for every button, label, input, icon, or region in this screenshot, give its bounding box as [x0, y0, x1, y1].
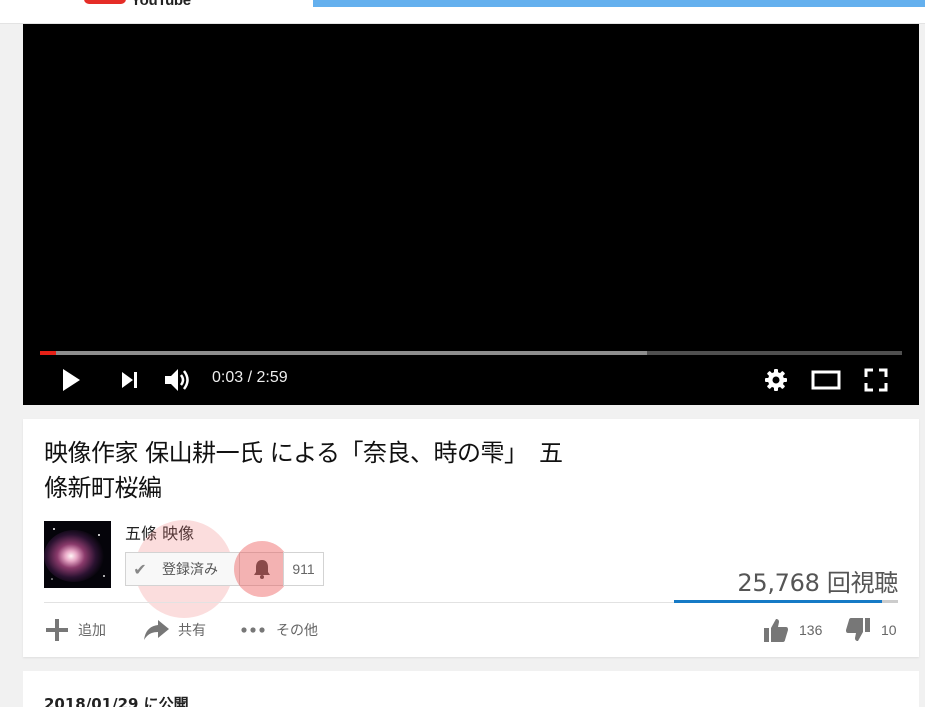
- search-bar[interactable]: [313, 0, 925, 7]
- theater-mode-button[interactable]: [809, 365, 843, 395]
- theater-mode-icon: [811, 370, 841, 390]
- next-icon: [122, 372, 137, 388]
- dislike-button[interactable]: 10: [845, 617, 897, 643]
- fullscreen-icon: [864, 368, 888, 392]
- time-display: 0:03 / 2:59: [212, 369, 288, 387]
- next-button[interactable]: [116, 366, 144, 394]
- video-title-line2: 條新町桜編: [44, 474, 162, 502]
- thumbs-down-icon: [846, 618, 870, 641]
- description-card: 2018/01/29 に公開: [23, 671, 919, 707]
- more-label: その他: [276, 623, 318, 639]
- play-button[interactable]: [57, 366, 85, 394]
- more-icon: [241, 627, 265, 633]
- duration: 2:59: [256, 369, 288, 386]
- add-label: 追加: [78, 623, 106, 639]
- more-actions-button[interactable]: その他: [240, 617, 318, 643]
- progress-bar[interactable]: [40, 351, 902, 355]
- progress-buffered: [40, 351, 647, 355]
- channel-avatar[interactable]: [44, 521, 111, 588]
- volume-icon: [165, 369, 189, 391]
- settings-icon: [765, 369, 787, 391]
- video-title-line1: 映像作家 保山耕一氏 による「奈良、時の雫」 五: [44, 439, 563, 467]
- youtube-logo-icon[interactable]: [84, 0, 126, 4]
- view-count: 25,768 回視聴: [737, 569, 898, 597]
- sentiment-bar: [674, 600, 898, 603]
- subscribe-button[interactable]: ✔ 登録済み: [125, 552, 240, 586]
- add-to-button[interactable]: 追加: [44, 617, 106, 643]
- video-player[interactable]: 0:03 / 2:59: [23, 24, 919, 405]
- publish-date: 2018/01/29 に公開: [44, 695, 189, 707]
- video-info-card: 映像作家 保山耕一氏 による「奈良、時の雫」 五 條新町桜編 五條 映像 ✔ 登…: [23, 419, 919, 657]
- video-title: 映像作家 保山耕一氏 による「奈良、時の雫」 五 條新町桜編: [44, 436, 684, 506]
- masthead: YouTube: [0, 0, 925, 24]
- volume-button[interactable]: [161, 364, 195, 396]
- check-icon: ✔: [133, 559, 147, 579]
- current-time: 0:03: [212, 369, 244, 386]
- sentiment-bar-fill: [674, 600, 883, 603]
- subscribed-label: 登録済み: [162, 562, 218, 578]
- plus-icon: [46, 619, 68, 641]
- share-icon: [144, 620, 169, 640]
- dislike-count: 10: [881, 622, 897, 638]
- progress-played: [40, 351, 56, 355]
- settings-button[interactable]: [761, 365, 791, 395]
- nebula-avatar-image: [44, 521, 111, 588]
- thumbs-up-icon: [764, 619, 788, 642]
- time-separator: /: [243, 369, 257, 386]
- like-button[interactable]: 136: [763, 617, 822, 643]
- subscriber-count: 911: [283, 552, 324, 586]
- share-button[interactable]: 共有: [142, 617, 206, 643]
- youtube-logo-text[interactable]: YouTube: [131, 0, 191, 9]
- bell-click-ripple: [234, 541, 290, 597]
- fullscreen-button[interactable]: [861, 365, 891, 395]
- like-count: 136: [799, 622, 823, 638]
- play-icon: [63, 369, 80, 391]
- divider: [44, 602, 674, 603]
- share-label: 共有: [178, 623, 206, 639]
